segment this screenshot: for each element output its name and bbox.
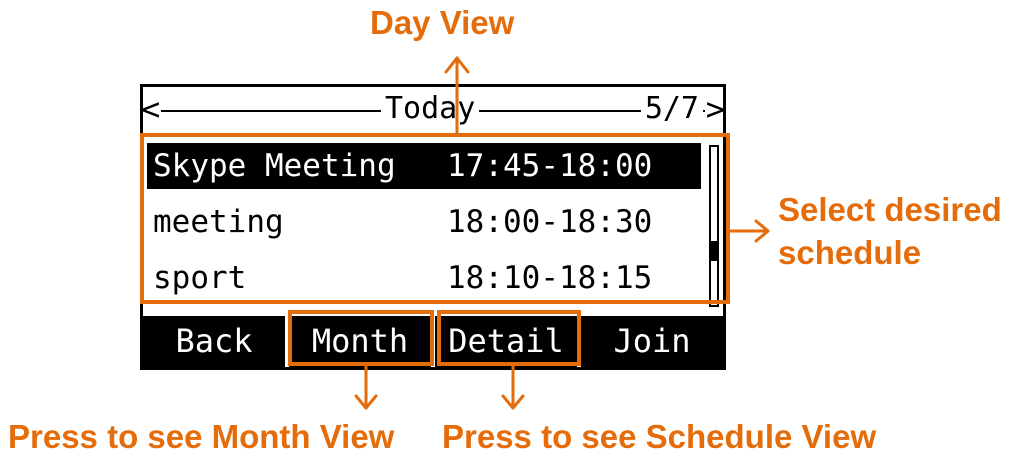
arrow-down-icon <box>501 364 525 410</box>
arrow-up-icon <box>444 56 470 136</box>
arrow-right-icon <box>728 219 770 243</box>
arrow-down-icon <box>354 364 378 410</box>
annotation-arrows <box>354 56 770 410</box>
